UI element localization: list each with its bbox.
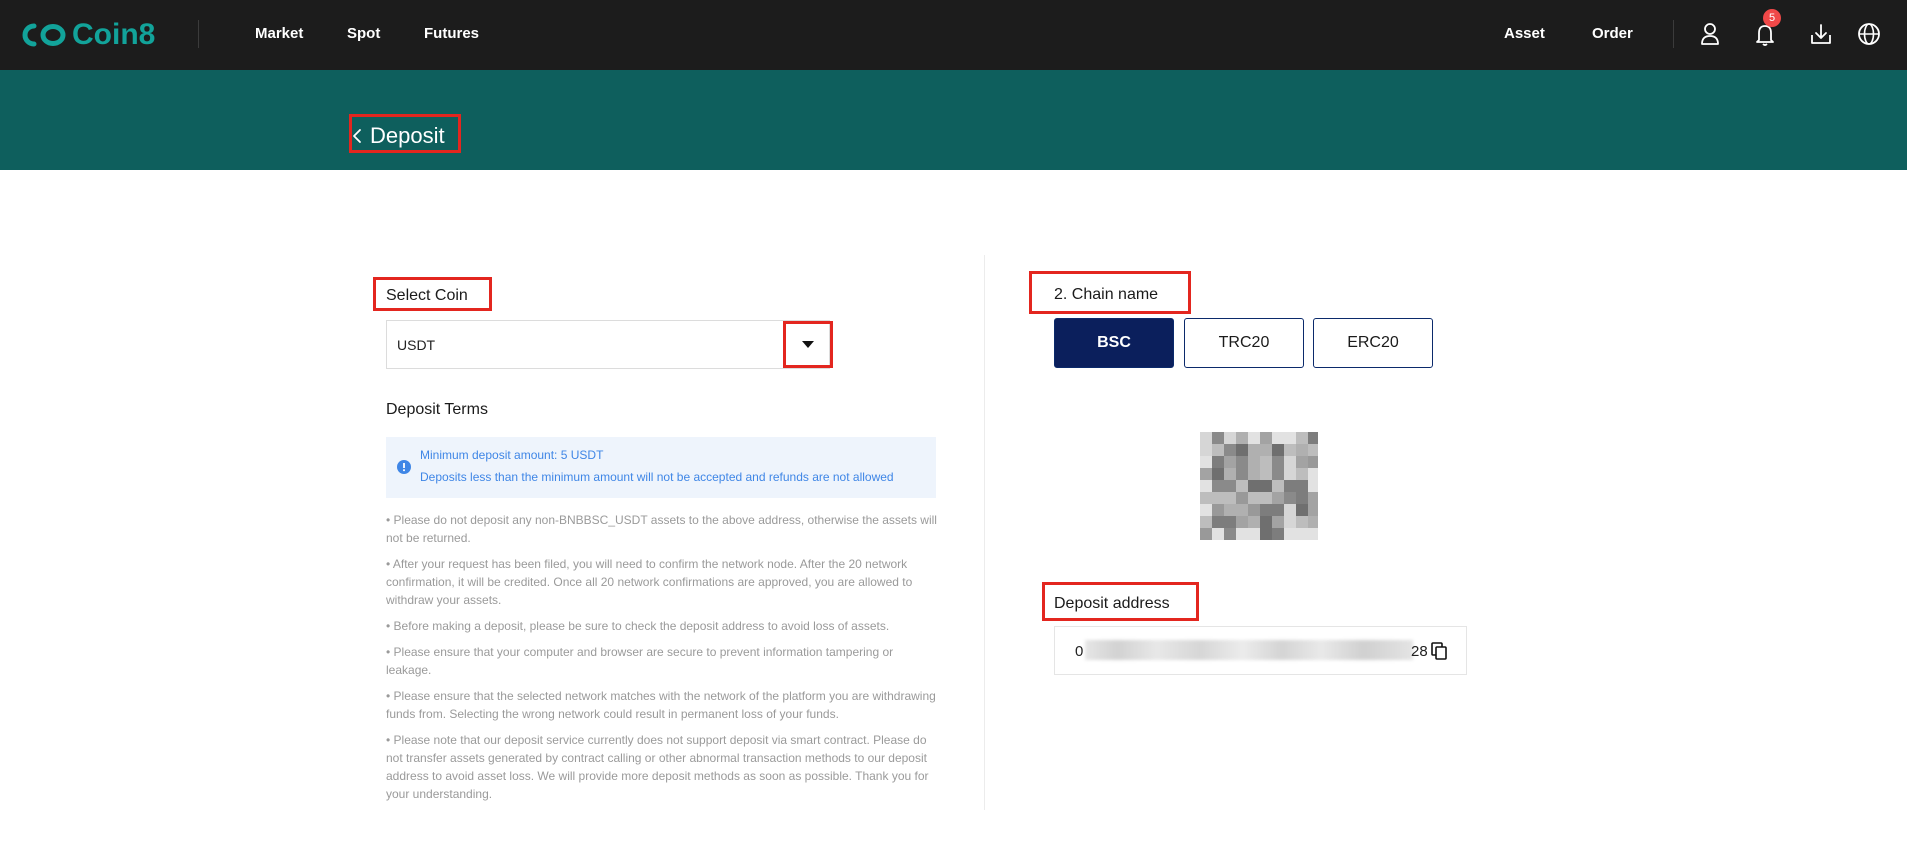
highlight-box <box>1042 582 1199 621</box>
term-item: • Please note that our deposit service c… <box>386 733 929 801</box>
deposit-address-field: 0 28 <box>1054 626 1467 675</box>
deposit-terms-heading: Deposit Terms <box>386 401 488 418</box>
chain-option-trc20[interactable]: TRC20 <box>1184 318 1304 368</box>
highlight-box <box>373 277 492 311</box>
page-header-banner <box>0 70 1907 170</box>
nav-asset[interactable]: Asset <box>1504 24 1545 44</box>
term-item: • After your request has been filed, you… <box>386 557 913 607</box>
nav-spot[interactable]: Spot <box>347 24 380 44</box>
term-item: • Please do not deposit any non-BNBBSC_U… <box>386 513 937 545</box>
highlight-box <box>783 321 833 368</box>
nav-divider <box>1673 20 1674 48</box>
notification-badge: 5 <box>1763 9 1781 27</box>
address-prefix: 0 <box>1075 643 1084 660</box>
globe-icon[interactable] <box>1855 20 1883 48</box>
user-icon[interactable] <box>1696 20 1724 48</box>
brand-name: Coin8 <box>72 18 156 51</box>
coin-select-value: USDT <box>397 337 436 353</box>
term-item: • Before making a deposit, please be sur… <box>386 619 890 633</box>
nav-futures[interactable]: Futures <box>424 24 479 44</box>
minimum-deposit-notice: Minimum deposit amount: 5 USDT Deposits … <box>386 437 936 498</box>
address-suffix: 28 <box>1411 643 1428 660</box>
info-icon <box>397 460 411 474</box>
nav-market[interactable]: Market <box>255 24 303 44</box>
coin-select[interactable]: USDT <box>386 320 830 369</box>
logo[interactable]: Coin8 <box>22 16 155 54</box>
notice-line: Minimum deposit amount: 5 USDT <box>420 448 604 462</box>
copy-icon[interactable] <box>1431 642 1447 660</box>
deposit-terms-list: • Please do not deposit any non-BNBBSC_U… <box>386 511 938 811</box>
deposit-qr-code <box>1200 432 1318 540</box>
address-redacted <box>1085 640 1413 660</box>
highlight-box <box>1029 271 1191 314</box>
nav-divider <box>198 20 199 48</box>
chain-option-bsc[interactable]: BSC <box>1054 318 1174 368</box>
top-navigation-bar: Coin8 Market Spot Futures Asset Order 5 <box>0 0 1907 70</box>
term-item: • Please ensure that your computer and b… <box>386 645 894 677</box>
nav-order[interactable]: Order <box>1592 24 1633 44</box>
highlight-box <box>349 114 461 153</box>
term-item: • Please ensure that the selected networ… <box>386 689 936 721</box>
download-icon[interactable] <box>1807 20 1835 48</box>
coin8-logo-icon <box>22 23 66 47</box>
chain-option-erc20[interactable]: ERC20 <box>1313 318 1433 368</box>
notice-line: Deposits less than the minimum amount wi… <box>420 470 894 484</box>
column-divider <box>984 255 985 810</box>
